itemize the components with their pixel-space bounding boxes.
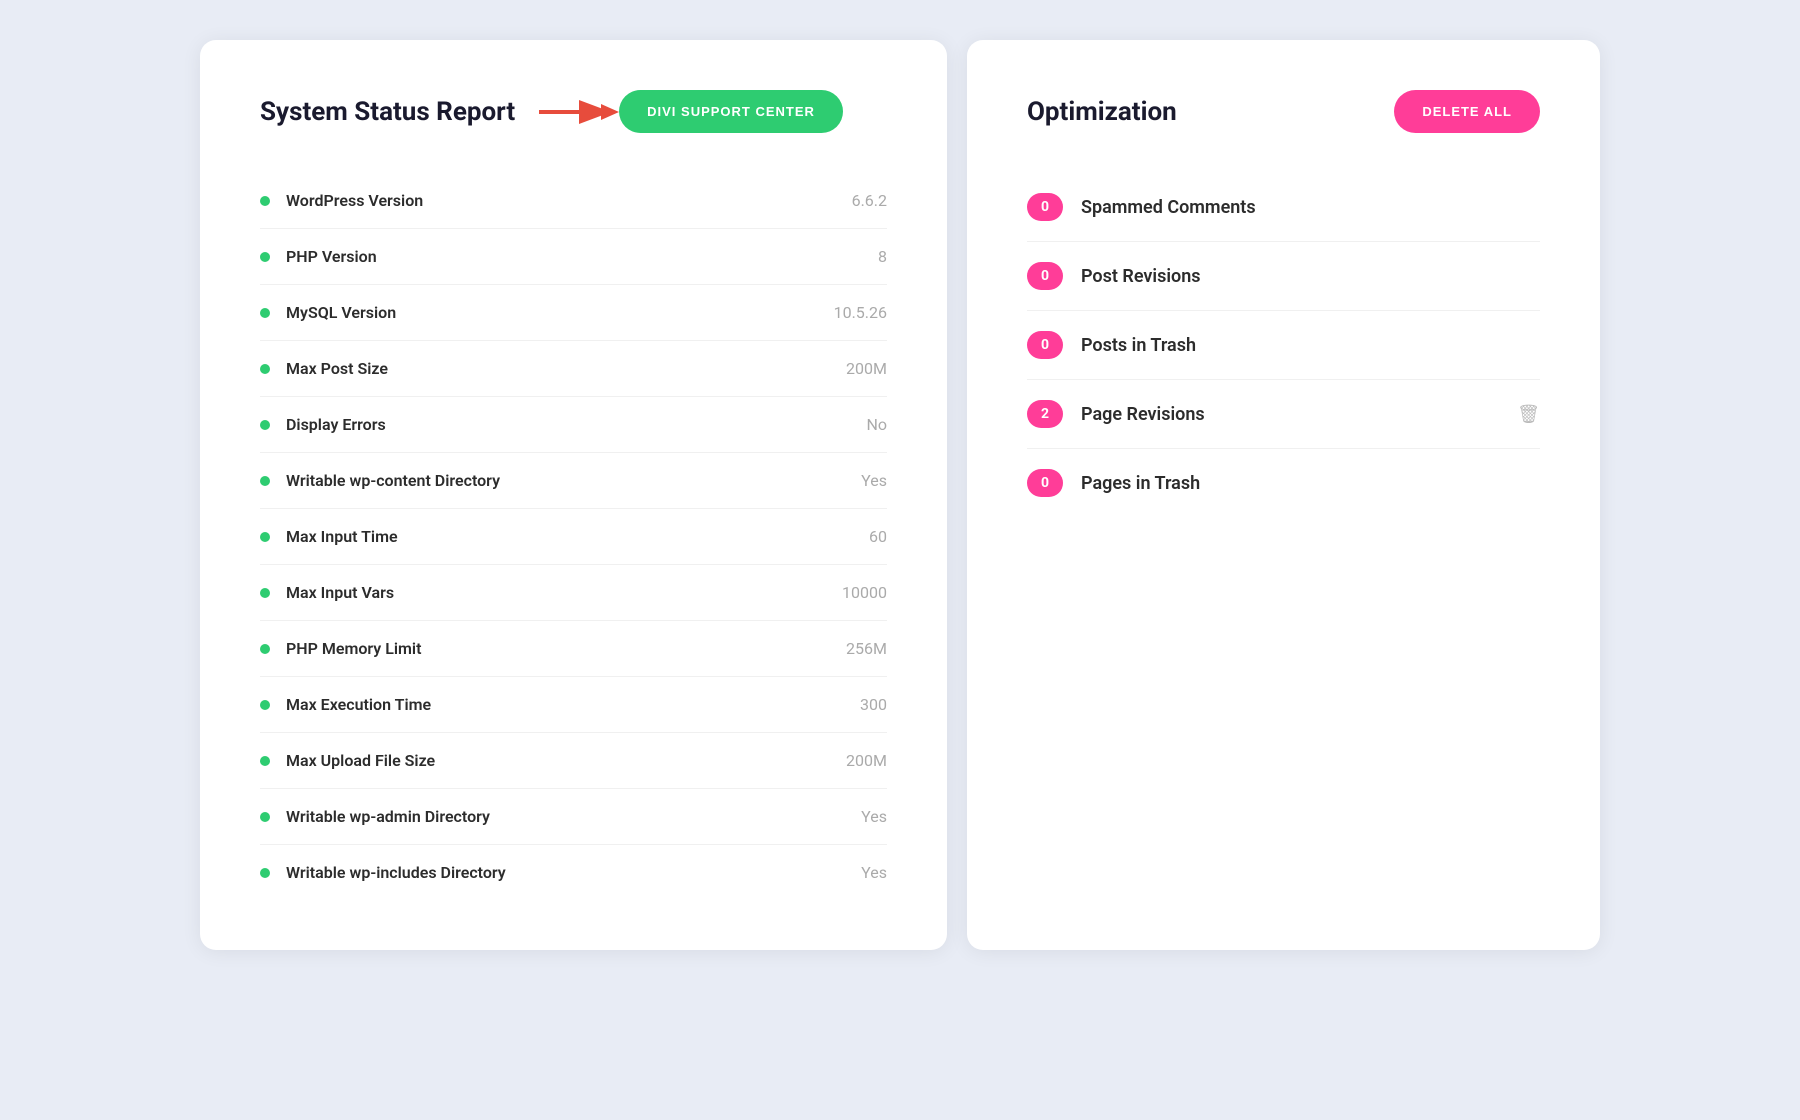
- status-item-left: Max Input Time: [260, 527, 398, 546]
- status-dot: [260, 812, 270, 822]
- status-item: Max Input Time 60: [260, 509, 887, 565]
- optimization-title: Optimization: [1027, 97, 1177, 127]
- status-item-left: Max Execution Time: [260, 695, 431, 714]
- status-item: PHP Version 8: [260, 229, 887, 285]
- status-value: 10.5.26: [834, 303, 887, 322]
- status-value: 6.6.2: [852, 191, 887, 210]
- status-label: Display Errors: [286, 415, 386, 434]
- optimization-item: 0 Pages in Trash: [1027, 449, 1540, 517]
- status-dot: [260, 756, 270, 766]
- status-label: Max Input Vars: [286, 583, 394, 602]
- status-item-left: PHP Version: [260, 247, 377, 266]
- divi-support-center-button[interactable]: DIVI SUPPORT CENTER: [619, 90, 843, 133]
- status-value: 200M: [846, 751, 887, 770]
- status-dot: [260, 252, 270, 262]
- system-status-card: System Status Report DIVI SUPPORT CENTER: [200, 40, 947, 950]
- status-item-left: Max Input Vars: [260, 583, 394, 602]
- status-item-left: Max Post Size: [260, 359, 388, 378]
- status-value: Yes: [861, 471, 887, 490]
- status-item: Max Post Size 200M: [260, 341, 887, 397]
- status-dot: [260, 644, 270, 654]
- status-label: Writable wp-content Directory: [286, 471, 500, 490]
- status-value: No: [866, 415, 887, 434]
- status-label: PHP Memory Limit: [286, 639, 421, 658]
- status-label: PHP Version: [286, 247, 377, 266]
- status-item: Display Errors No: [260, 397, 887, 453]
- status-value: 10000: [842, 583, 887, 602]
- status-item: Max Upload File Size 200M: [260, 733, 887, 789]
- status-item: MySQL Version 10.5.26: [260, 285, 887, 341]
- status-label: Writable wp-includes Directory: [286, 863, 506, 882]
- status-item-left: WordPress Version: [260, 191, 423, 210]
- status-dot: [260, 868, 270, 878]
- card-header: System Status Report DIVI SUPPORT CENTER: [260, 90, 887, 133]
- status-dot: [260, 308, 270, 318]
- optimization-item: 0 Spammed Comments: [1027, 173, 1540, 242]
- status-dot: [260, 476, 270, 486]
- status-item: Max Execution Time 300: [260, 677, 887, 733]
- status-label: Max Post Size: [286, 359, 388, 378]
- status-item: WordPress Version 6.6.2: [260, 173, 887, 229]
- arrow-btn-container: DIVI SUPPORT CENTER: [539, 90, 843, 133]
- red-arrow-icon: [539, 94, 619, 130]
- status-dot: [260, 420, 270, 430]
- status-dot: [260, 700, 270, 710]
- status-item: Writable wp-includes Directory Yes: [260, 845, 887, 900]
- status-item: Writable wp-admin Directory Yes: [260, 789, 887, 845]
- status-label: Max Upload File Size: [286, 751, 435, 770]
- optimization-label: Page Revisions: [1081, 404, 1499, 425]
- status-label: Max Execution Time: [286, 695, 431, 714]
- optimization-label: Post Revisions: [1081, 266, 1540, 287]
- optimization-item: 0 Post Revisions: [1027, 242, 1540, 311]
- status-item-left: PHP Memory Limit: [260, 639, 421, 658]
- status-dot: [260, 532, 270, 542]
- status-item: PHP Memory Limit 256M: [260, 621, 887, 677]
- status-item-left: Display Errors: [260, 415, 386, 434]
- status-value: 256M: [846, 639, 887, 658]
- optimization-item: 0 Posts in Trash: [1027, 311, 1540, 380]
- status-label: MySQL Version: [286, 303, 396, 322]
- optimization-count-badge: 0: [1027, 331, 1063, 359]
- status-value: 200M: [846, 359, 887, 378]
- optimization-count-badge: 2: [1027, 400, 1063, 428]
- status-item-left: Writable wp-admin Directory: [260, 807, 490, 826]
- optimization-label: Spammed Comments: [1081, 197, 1540, 218]
- optimization-item: 2 Page Revisions 🗑: [1027, 380, 1540, 449]
- status-value: Yes: [861, 807, 887, 826]
- status-item-left: MySQL Version: [260, 303, 396, 322]
- status-value: 8: [878, 247, 887, 266]
- status-item: Writable wp-content Directory Yes: [260, 453, 887, 509]
- optimization-count-badge: 0: [1027, 469, 1063, 497]
- main-container: System Status Report DIVI SUPPORT CENTER: [200, 40, 1600, 950]
- status-value: 300: [860, 695, 887, 714]
- optimization-list: 0 Spammed Comments 0 Post Revisions 0 Po…: [1027, 173, 1540, 517]
- status-list: WordPress Version 6.6.2 PHP Version 8 My…: [260, 173, 887, 900]
- status-dot: [260, 364, 270, 374]
- status-dot: [260, 196, 270, 206]
- status-value: Yes: [861, 863, 887, 882]
- status-item-left: Max Upload File Size: [260, 751, 435, 770]
- optimization-count-badge: 0: [1027, 262, 1063, 290]
- system-status-title: System Status Report: [260, 97, 515, 127]
- status-label: Max Input Time: [286, 527, 398, 546]
- optimization-card: Optimization DELETE ALL 0 Spammed Commen…: [967, 40, 1600, 950]
- status-value: 60: [869, 527, 887, 546]
- status-item-left: Writable wp-content Directory: [260, 471, 500, 490]
- status-label: Writable wp-admin Directory: [286, 807, 490, 826]
- optimization-label: Pages in Trash: [1081, 473, 1540, 494]
- status-item-left: Writable wp-includes Directory: [260, 863, 506, 882]
- optimization-label: Posts in Trash: [1081, 335, 1540, 356]
- optimization-header: Optimization DELETE ALL: [1027, 90, 1540, 133]
- status-label: WordPress Version: [286, 191, 423, 210]
- delete-all-button[interactable]: DELETE ALL: [1394, 90, 1540, 133]
- trash-icon[interactable]: 🗑: [1517, 404, 1540, 425]
- status-dot: [260, 588, 270, 598]
- optimization-count-badge: 0: [1027, 193, 1063, 221]
- status-item: Max Input Vars 10000: [260, 565, 887, 621]
